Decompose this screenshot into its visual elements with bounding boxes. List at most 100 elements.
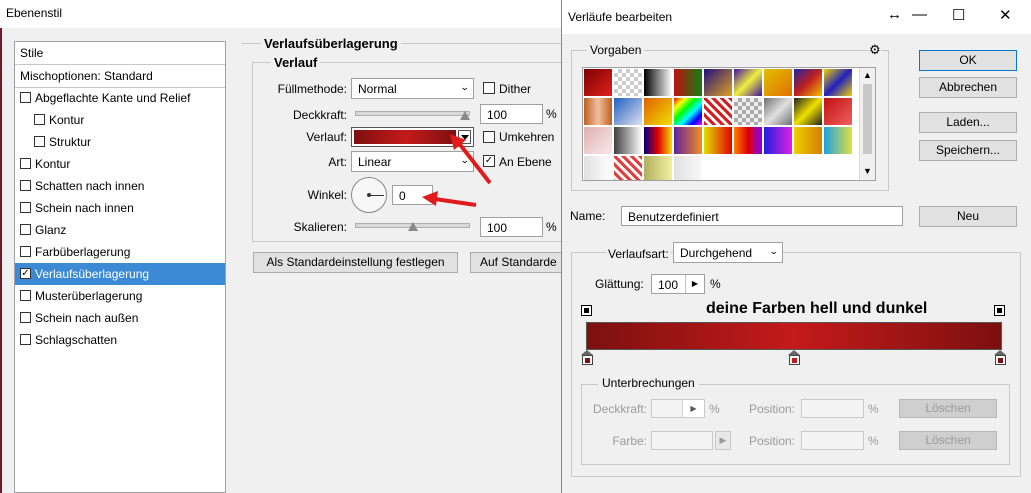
- gradient-preset-swatch[interactable]: [583, 155, 613, 180]
- gradient-preset-swatch[interactable]: [763, 97, 793, 126]
- name-input[interactable]: Benutzerdefiniert: [621, 206, 903, 226]
- opacity-loeschen-button[interactable]: Löschen: [899, 399, 997, 418]
- laden-button[interactable]: Laden...: [919, 112, 1017, 133]
- style-checkbox[interactable]: [20, 202, 31, 213]
- style-item[interactable]: Abgeflachte Kante und Relief: [15, 87, 225, 109]
- fuellmethode-select[interactable]: Normal ⌄: [351, 78, 474, 99]
- gradient-preset-swatch[interactable]: [823, 68, 853, 97]
- close-icon[interactable]: ✕: [999, 6, 1012, 24]
- maximize-icon[interactable]: ☐: [952, 6, 965, 24]
- scroll-down-icon[interactable]: ▼: [863, 166, 872, 176]
- style-item[interactable]: Struktur: [15, 131, 225, 153]
- abbrechen-button[interactable]: Abbrechen: [919, 77, 1017, 98]
- reset-default-button[interactable]: Auf Standarde: [470, 252, 562, 273]
- opacity-position-input[interactable]: [801, 399, 864, 418]
- ok-button[interactable]: OK: [919, 50, 1017, 71]
- style-checkbox[interactable]: [34, 114, 45, 125]
- gradient-preset-swatch[interactable]: [673, 155, 703, 180]
- gradient-bar[interactable]: [586, 322, 1002, 350]
- move-icon[interactable]: ↔: [887, 6, 902, 23]
- gradient-preset-swatch[interactable]: [613, 97, 643, 126]
- glaettung-stepper-icon[interactable]: ▶: [685, 275, 704, 293]
- style-checkbox[interactable]: [20, 92, 31, 103]
- style-checkbox[interactable]: [20, 246, 31, 257]
- style-item[interactable]: Schatten nach innen: [15, 175, 225, 197]
- gradient-preset-swatch[interactable]: [763, 68, 793, 97]
- gradient-preset-swatch[interactable]: [703, 126, 733, 155]
- gradient-preset-swatch[interactable]: [793, 97, 823, 126]
- gradient-preset-swatch[interactable]: [643, 68, 673, 97]
- preset-scrollbar[interactable]: ▲ ▼: [859, 68, 875, 180]
- deckkraft-slider-thumb[interactable]: [460, 111, 470, 120]
- gradient-preset-swatch[interactable]: [583, 68, 613, 97]
- style-item[interactable]: Schein nach außen: [15, 307, 225, 329]
- style-item[interactable]: Kontur: [15, 153, 225, 175]
- ebenenstil-titlebar[interactable]: Ebenenstil: [0, 0, 562, 28]
- gradient-preset-swatch[interactable]: [613, 126, 643, 155]
- neu-button[interactable]: Neu: [919, 206, 1017, 227]
- style-item[interactable]: ✓ Verlaufsüberlagerung: [15, 263, 225, 285]
- scroll-thumb[interactable]: [863, 84, 872, 154]
- gradient-preset-swatch[interactable]: [823, 97, 853, 126]
- verlaufsart-select[interactable]: Durchgehend ⌄: [673, 242, 783, 263]
- blend-options-item[interactable]: Mischoptionen: Standard: [15, 65, 225, 87]
- speichern-button[interactable]: Speichern...: [919, 140, 1017, 161]
- styles-list: Stile Mischoptionen: Standard Abgeflacht…: [14, 41, 226, 493]
- color-loeschen-button[interactable]: Löschen: [899, 431, 997, 450]
- style-item[interactable]: Glanz: [15, 219, 225, 241]
- gradient-preset-swatch[interactable]: [613, 68, 643, 97]
- style-checkbox[interactable]: [20, 224, 31, 235]
- dither-checkbox[interactable]: [483, 82, 495, 94]
- gradient-preset-swatch[interactable]: [583, 126, 613, 155]
- stop-farbe-swatch[interactable]: [651, 431, 713, 450]
- style-checkbox[interactable]: [20, 290, 31, 301]
- style-checkbox[interactable]: ✓: [20, 268, 31, 279]
- set-default-button[interactable]: Als Standardeinstellung festlegen: [253, 252, 458, 273]
- gradient-preset-swatch[interactable]: [733, 68, 763, 97]
- style-item[interactable]: Schlagschatten: [15, 329, 225, 351]
- skalieren-input[interactable]: 100: [480, 217, 543, 237]
- gradient-preset-swatch[interactable]: [703, 97, 733, 126]
- style-item[interactable]: Schein nach innen: [15, 197, 225, 219]
- color-position-input[interactable]: [801, 431, 864, 450]
- gradient-preset-swatch[interactable]: [673, 68, 703, 97]
- style-checkbox[interactable]: [20, 158, 31, 169]
- gradient-preset-swatch[interactable]: [823, 126, 853, 155]
- deckkraft-slider-track[interactable]: [355, 111, 470, 116]
- gradient-preset-swatch[interactable]: [613, 155, 643, 180]
- deckkraft-input[interactable]: 100: [480, 104, 543, 124]
- stop-deckkraft-input[interactable]: ▶: [651, 399, 705, 418]
- verlaeufe-titlebar[interactable]: Verläufe bearbeiten ↔ — ☐ ✕: [562, 0, 1031, 34]
- gradient-preset-swatch[interactable]: [733, 126, 763, 155]
- style-checkbox[interactable]: [20, 180, 31, 191]
- gradient-preset-swatch[interactable]: [673, 126, 703, 155]
- gradient-preset-swatch[interactable]: [583, 97, 613, 126]
- gradient-preset-swatch[interactable]: [703, 68, 733, 97]
- gradient-preset-swatch[interactable]: [763, 126, 793, 155]
- opacity-position-label: Position:: [749, 402, 796, 416]
- opacity-stop-right[interactable]: [994, 305, 1005, 318]
- gradient-preset-swatch[interactable]: [643, 155, 673, 180]
- gradient-preset-swatch[interactable]: [733, 97, 763, 126]
- gradient-preset-swatch[interactable]: [673, 97, 703, 126]
- gradient-preset-swatch[interactable]: [643, 97, 673, 126]
- styles-header[interactable]: Stile: [15, 42, 225, 64]
- gear-icon[interactable]: ⚙: [869, 42, 881, 58]
- style-checkbox[interactable]: [20, 334, 31, 345]
- opacity-stop-left[interactable]: [581, 305, 592, 318]
- skalieren-slider-thumb[interactable]: [407, 222, 418, 231]
- unterbrechungen-title: Unterbrechungen: [598, 376, 699, 390]
- style-item[interactable]: Musterüberlagerung: [15, 285, 225, 307]
- farbe-menu-icon[interactable]: ▶: [715, 431, 731, 450]
- style-item[interactable]: Farbüberlagerung: [15, 241, 225, 263]
- style-item[interactable]: Kontur: [15, 109, 225, 131]
- gradient-preset-swatch[interactable]: [793, 68, 823, 97]
- style-checkbox[interactable]: [34, 136, 45, 147]
- gradient-preset-swatch[interactable]: [793, 126, 823, 155]
- style-checkbox[interactable]: [20, 312, 31, 323]
- minimize-icon[interactable]: —: [912, 6, 927, 23]
- scroll-up-icon[interactable]: ▲: [863, 70, 872, 80]
- glaettung-input[interactable]: 100 ▶: [651, 274, 705, 294]
- gradient-preset-swatch[interactable]: [643, 126, 673, 155]
- stop-deckkraft-stepper-icon[interactable]: ▶: [682, 400, 704, 417]
